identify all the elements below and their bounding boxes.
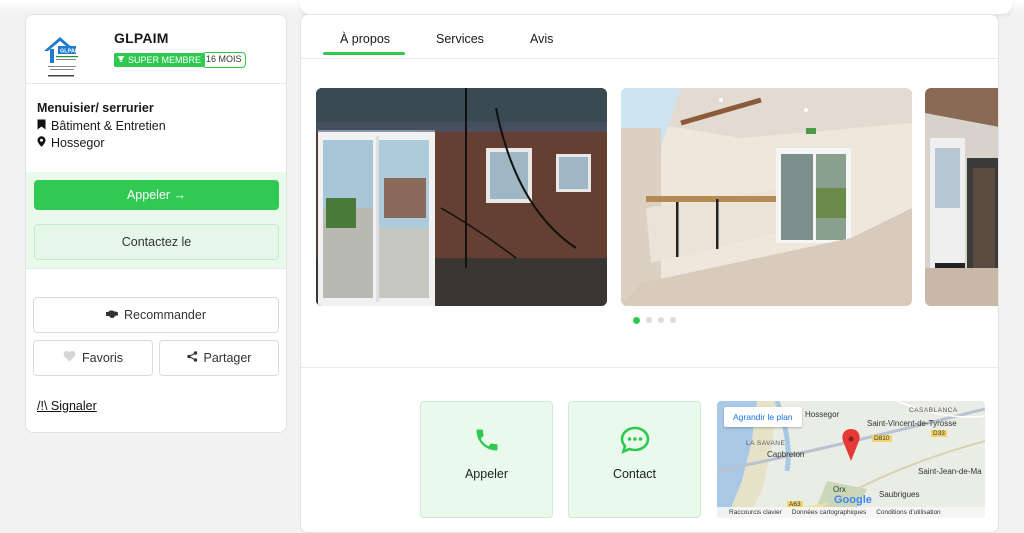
recommend-button[interactable]: Recommander <box>33 297 279 333</box>
map-label: Saint-Jean-de-Ma <box>918 467 982 476</box>
report-link[interactable]: /!\ Signaler <box>37 399 97 413</box>
gallery-dot[interactable] <box>658 317 664 323</box>
membership-months-badge: 16 MOIS <box>202 52 246 68</box>
gallery-dot[interactable] <box>633 316 640 324</box>
gallery-dot[interactable] <box>646 317 652 323</box>
category-row: Bâtiment & Entretien <box>37 119 166 133</box>
business-details-card: À propos Services Avis Appeler Contact A… <box>300 14 999 533</box>
map-pin-icon <box>37 136 46 150</box>
favorites-button[interactable]: Favoris <box>33 340 153 376</box>
tab-reviews[interactable]: Avis <box>530 32 553 46</box>
map-data-link[interactable]: Données cartographiques <box>792 509 866 516</box>
business-logo: GLPAIM <box>40 29 84 81</box>
enlarge-map-button[interactable]: Agrandir le plan <box>724 407 802 427</box>
map-label: Capbreton <box>767 450 805 459</box>
business-sidebar-card: GLPAIM GLPAIM SUPER MEMBRE 16 MOIS Menui… <box>25 14 287 433</box>
location-label: Hossegor <box>51 136 105 150</box>
gallery-pagination <box>633 316 676 324</box>
share-icon <box>186 351 198 365</box>
bookmark-icon <box>37 119 46 133</box>
call-button[interactable]: Appeler → <box>34 180 279 210</box>
map-label: Saubrigues <box>879 490 920 499</box>
call-tile[interactable]: Appeler <box>420 401 553 518</box>
map-label: LA SAVANE <box>746 440 786 447</box>
job-title: Menuisier/ serrurier <box>37 101 154 115</box>
chat-bubble-icon <box>620 426 650 459</box>
recommend-label: Recommander <box>124 308 206 322</box>
call-tile-label: Appeler <box>464 467 509 481</box>
location-map[interactable]: Agrandir le plan Hossegor CASABLANCA Sai… <box>717 401 985 518</box>
svg-text:GLPAIM: GLPAIM <box>60 49 81 55</box>
road-label: D810 <box>872 435 892 442</box>
category-label: Bâtiment & Entretien <box>51 119 166 133</box>
gallery-photo[interactable] <box>925 88 998 306</box>
gallery-dot[interactable] <box>670 317 676 323</box>
divider <box>26 83 286 84</box>
google-logo: Google <box>834 494 872 506</box>
map-label: Saint-Vincent-de-Tyrosse <box>867 419 957 428</box>
road-label: D33 <box>931 430 947 437</box>
gallery-photo[interactable] <box>316 88 607 306</box>
share-label: Partager <box>203 351 252 365</box>
top-bar <box>300 0 1012 14</box>
active-tab-indicator <box>323 52 405 55</box>
tab-services[interactable]: Services <box>436 32 484 46</box>
trophy-icon <box>117 53 125 67</box>
map-label: Orx <box>833 485 846 494</box>
map-label: Hossegor <box>805 410 840 419</box>
divider <box>26 268 286 269</box>
share-button[interactable]: Partager <box>159 340 279 376</box>
tab-about[interactable]: À propos <box>340 32 390 46</box>
super-member-label: SUPER MEMBRE <box>128 55 202 65</box>
contact-tile[interactable]: Contact <box>568 401 701 518</box>
section-divider <box>301 367 998 368</box>
map-label: CASABLANCA <box>909 407 958 414</box>
contact-button[interactable]: Contactez le <box>34 224 279 260</box>
location-row: Hossegor <box>37 136 105 150</box>
gallery-photo[interactable] <box>621 88 912 306</box>
favorites-label: Favoris <box>82 351 123 365</box>
super-member-badge: SUPER MEMBRE <box>114 53 206 67</box>
business-name: GLPAIM <box>114 30 169 46</box>
heart-icon <box>63 350 76 365</box>
map-footer: Raccourcis clavier Données cartographiqu… <box>717 507 985 518</box>
tabs-divider <box>301 58 998 59</box>
terms-link[interactable]: Conditions d'utilisation <box>876 509 940 516</box>
keyboard-shortcuts-link[interactable]: Raccourcis clavier <box>729 509 782 516</box>
handshake-icon <box>106 308 118 322</box>
contact-tile-label: Contact <box>612 467 657 481</box>
phone-icon <box>473 426 501 459</box>
